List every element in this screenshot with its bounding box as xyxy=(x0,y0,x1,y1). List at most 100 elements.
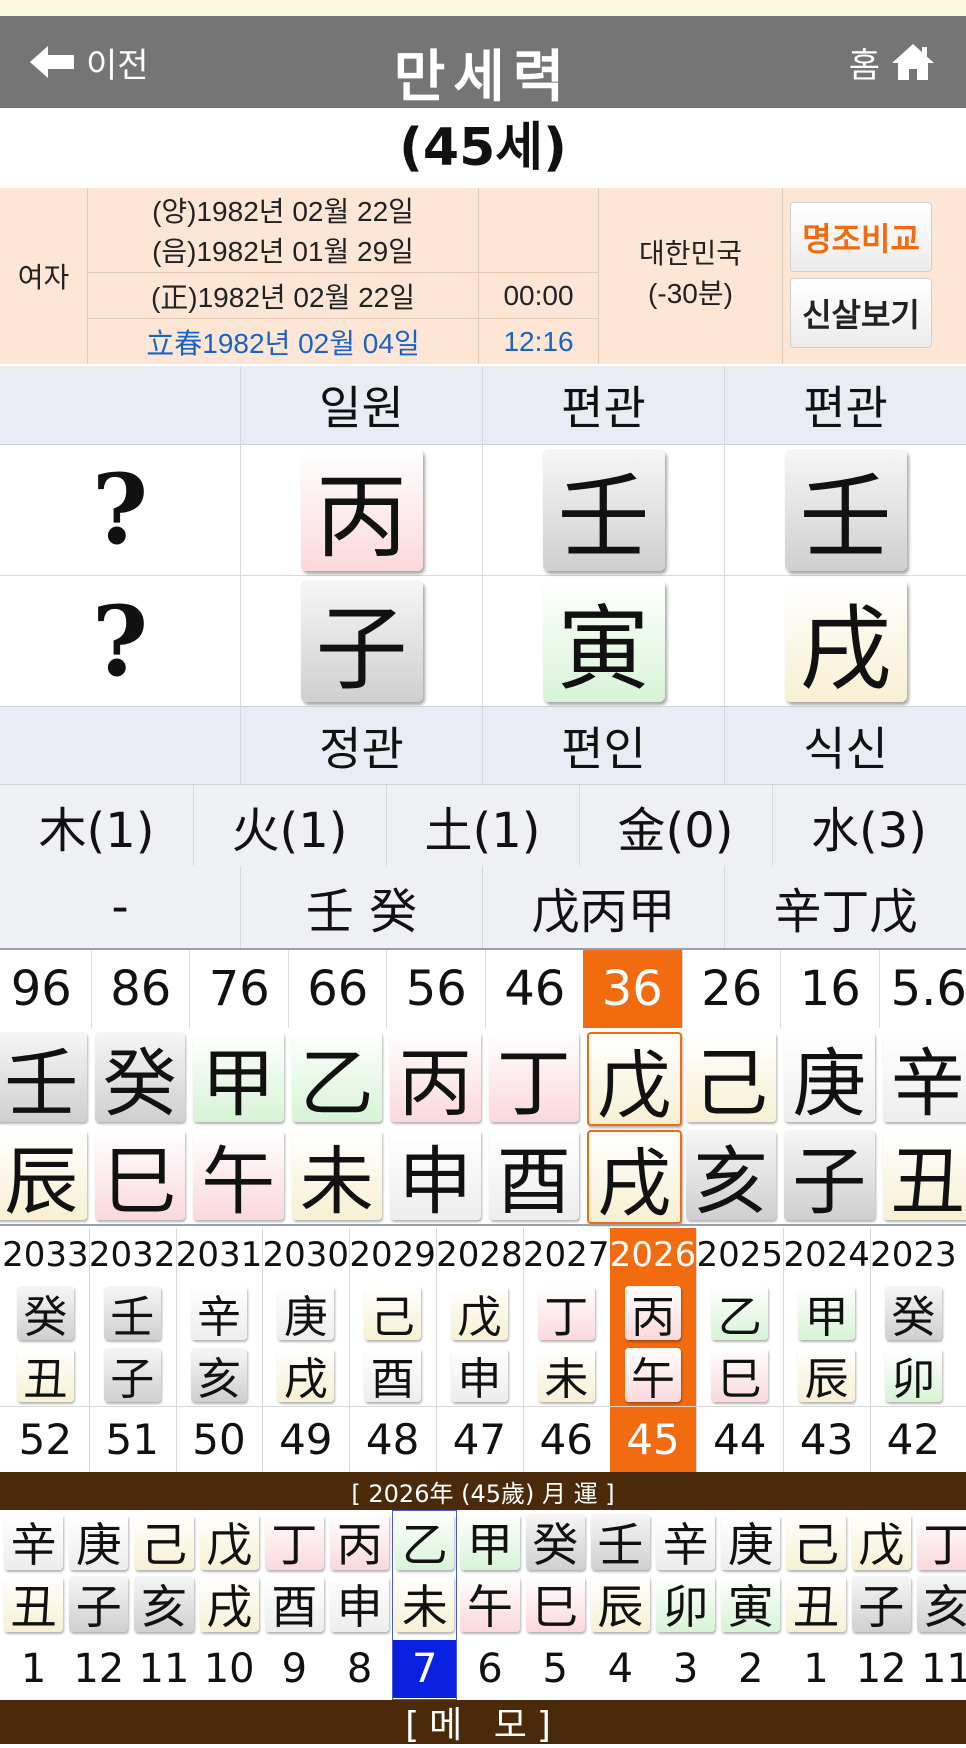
yearly-age[interactable]: 51 xyxy=(89,1408,176,1470)
daewoon-stem-tile[interactable]: 癸 xyxy=(95,1032,186,1122)
yearly-year[interactable]: 2023 xyxy=(870,1228,957,1282)
sinsal-button[interactable]: 신살보기 xyxy=(790,278,932,348)
yearly-age[interactable]: 43 xyxy=(783,1408,870,1470)
yearly-stem-tile[interactable]: 乙 xyxy=(711,1286,768,1340)
yearly-age[interactable]: 47 xyxy=(436,1408,523,1470)
monthly-month[interactable]: 12 xyxy=(850,1640,913,1698)
yearly-branch-tile[interactable]: 辰 xyxy=(798,1348,855,1402)
monthly-stem-tile[interactable]: 辛 xyxy=(4,1514,63,1570)
monthly-branch-tile[interactable]: 巳 xyxy=(526,1576,585,1632)
monthly-stem-tile[interactable]: 庚 xyxy=(721,1514,780,1570)
yearly-year[interactable]: 2033 xyxy=(2,1228,89,1282)
monthly-month[interactable]: 1 xyxy=(784,1640,847,1698)
compare-button[interactable]: 명조비교 xyxy=(790,202,932,272)
monthly-stem-tile[interactable]: 己 xyxy=(134,1514,193,1570)
yearly-stem-tile[interactable]: 癸 xyxy=(885,1286,942,1340)
yearly-age[interactable]: 44 xyxy=(696,1408,783,1470)
monthly-branch-tile[interactable]: 丑 xyxy=(4,1576,63,1632)
monthly-branch-tile[interactable]: 未 xyxy=(395,1576,454,1632)
daewoon-age[interactable]: 26 xyxy=(682,950,782,1028)
daewoon-age[interactable]: 66 xyxy=(288,950,388,1028)
yearly-branch-tile[interactable]: 巳 xyxy=(711,1348,768,1402)
home-button[interactable]: 홈 xyxy=(849,42,936,82)
monthly-branch-tile[interactable]: 亥 xyxy=(134,1576,193,1632)
monthly-stem-tile[interactable]: 辛 xyxy=(656,1514,715,1570)
daewoon-branch-tile[interactable]: 亥 xyxy=(686,1130,777,1220)
monthly-stem-tile[interactable]: 戊 xyxy=(200,1514,259,1570)
monthly-month[interactable]: 1 xyxy=(2,1640,65,1698)
daewoon-branch-tile[interactable]: 申 xyxy=(390,1130,481,1220)
daewoon-stem-tile[interactable]: 乙 xyxy=(292,1032,383,1122)
memo-bar[interactable]: [메 모] xyxy=(0,1700,966,1744)
daewoon-age[interactable]: 36 xyxy=(583,950,682,1028)
daewoon-age[interactable]: 76 xyxy=(189,950,289,1028)
yearly-stem-tile[interactable]: 甲 xyxy=(798,1286,855,1340)
yearly-stem-tile[interactable]: 丁 xyxy=(538,1286,595,1340)
yearly-branch-tile[interactable]: 申 xyxy=(451,1348,508,1402)
yearly-age[interactable]: 48 xyxy=(349,1408,436,1470)
monthly-month[interactable]: 8 xyxy=(328,1640,391,1698)
monthly-branch-tile[interactable]: 亥 xyxy=(917,1576,966,1632)
daewoon-stem-tile[interactable]: 庚 xyxy=(784,1032,875,1122)
yearly-age[interactable]: 46 xyxy=(523,1408,610,1470)
daewoon-branch-tile[interactable]: 未 xyxy=(292,1130,383,1220)
yearly-stem-tile[interactable]: 庚 xyxy=(277,1286,334,1340)
daewoon-age[interactable]: 56 xyxy=(386,950,486,1028)
monthly-branch-tile[interactable]: 戌 xyxy=(200,1576,259,1632)
daewoon-age[interactable]: 46 xyxy=(485,950,585,1028)
monthly-stem-tile[interactable]: 壬 xyxy=(591,1514,650,1570)
daewoon-branch-tile[interactable]: 巳 xyxy=(95,1130,186,1220)
monthly-branch-tile[interactable]: 酉 xyxy=(265,1576,324,1632)
yearly-age[interactable]: 50 xyxy=(176,1408,263,1470)
yearly-stem-tile[interactable]: 壬 xyxy=(104,1286,161,1340)
daewoon-stem-tile[interactable]: 辛 xyxy=(883,1032,966,1122)
monthly-stem-tile[interactable]: 己 xyxy=(786,1514,845,1570)
daewoon-age[interactable]: 96 xyxy=(0,950,91,1028)
daewoon-age[interactable]: 86 xyxy=(91,950,191,1028)
daewoon-stem-tile[interactable]: 戊 xyxy=(587,1032,682,1126)
yearly-branch-tile[interactable]: 酉 xyxy=(364,1348,421,1402)
yearly-stem-tile[interactable]: 癸 xyxy=(17,1286,74,1340)
daewoon-stem-tile[interactable]: 丁 xyxy=(489,1032,580,1122)
daewoon-branch-tile[interactable]: 戌 xyxy=(587,1130,682,1224)
yearly-age[interactable]: 42 xyxy=(870,1408,957,1470)
yearly-year[interactable]: 2025 xyxy=(696,1228,783,1282)
monthly-month[interactable]: 9 xyxy=(263,1640,326,1698)
monthly-month[interactable]: 3 xyxy=(654,1640,717,1698)
yearly-branch-tile[interactable]: 亥 xyxy=(191,1348,248,1402)
monthly-stem-tile[interactable]: 甲 xyxy=(460,1514,519,1570)
daewoon-branch-tile[interactable]: 酉 xyxy=(489,1130,580,1220)
yearly-year[interactable]: 2026 xyxy=(610,1228,697,1282)
monthly-stem-tile[interactable]: 丙 xyxy=(330,1514,389,1570)
monthly-month[interactable]: 5 xyxy=(524,1640,587,1698)
monthly-branch-tile[interactable]: 辰 xyxy=(591,1576,650,1632)
yearly-year[interactable]: 2024 xyxy=(783,1228,870,1282)
daewoon-stem-tile[interactable]: 己 xyxy=(686,1032,777,1122)
yearly-branch-tile[interactable]: 午 xyxy=(625,1348,682,1402)
daewoon-stem-tile[interactable]: 壬 xyxy=(0,1032,87,1122)
daewoon-stem-tile[interactable]: 丙 xyxy=(390,1032,481,1122)
yearly-year[interactable]: 2028 xyxy=(436,1228,523,1282)
monthly-branch-tile[interactable]: 子 xyxy=(852,1576,911,1632)
monthly-month[interactable]: 11 xyxy=(132,1640,195,1698)
yearly-stem-tile[interactable]: 辛 xyxy=(191,1286,248,1340)
monthly-stem-tile[interactable]: 乙 xyxy=(395,1514,454,1570)
monthly-stem-tile[interactable]: 庚 xyxy=(69,1514,128,1570)
yearly-year[interactable]: 2031 xyxy=(176,1228,263,1282)
yearly-branch-tile[interactable]: 未 xyxy=(538,1348,595,1402)
yearly-year[interactable]: 2030 xyxy=(262,1228,349,1282)
monthly-branch-tile[interactable]: 子 xyxy=(69,1576,128,1632)
yearly-year[interactable]: 2032 xyxy=(89,1228,176,1282)
monthly-branch-tile[interactable]: 午 xyxy=(460,1576,519,1632)
daewoon-branch-tile[interactable]: 丑 xyxy=(883,1130,966,1220)
monthly-month[interactable]: 11 xyxy=(915,1640,966,1698)
yearly-stem-tile[interactable]: 丙 xyxy=(625,1286,682,1340)
monthly-branch-tile[interactable]: 寅 xyxy=(721,1576,780,1632)
monthly-branch-tile[interactable]: 丑 xyxy=(786,1576,845,1632)
daewoon-stem-tile[interactable]: 甲 xyxy=(193,1032,284,1122)
monthly-month[interactable]: 6 xyxy=(458,1640,521,1698)
daewoon-branch-tile[interactable]: 辰 xyxy=(0,1130,87,1220)
yearly-branch-tile[interactable]: 卯 xyxy=(885,1348,942,1402)
monthly-stem-tile[interactable]: 癸 xyxy=(526,1514,585,1570)
yearly-branch-tile[interactable]: 子 xyxy=(104,1348,161,1402)
